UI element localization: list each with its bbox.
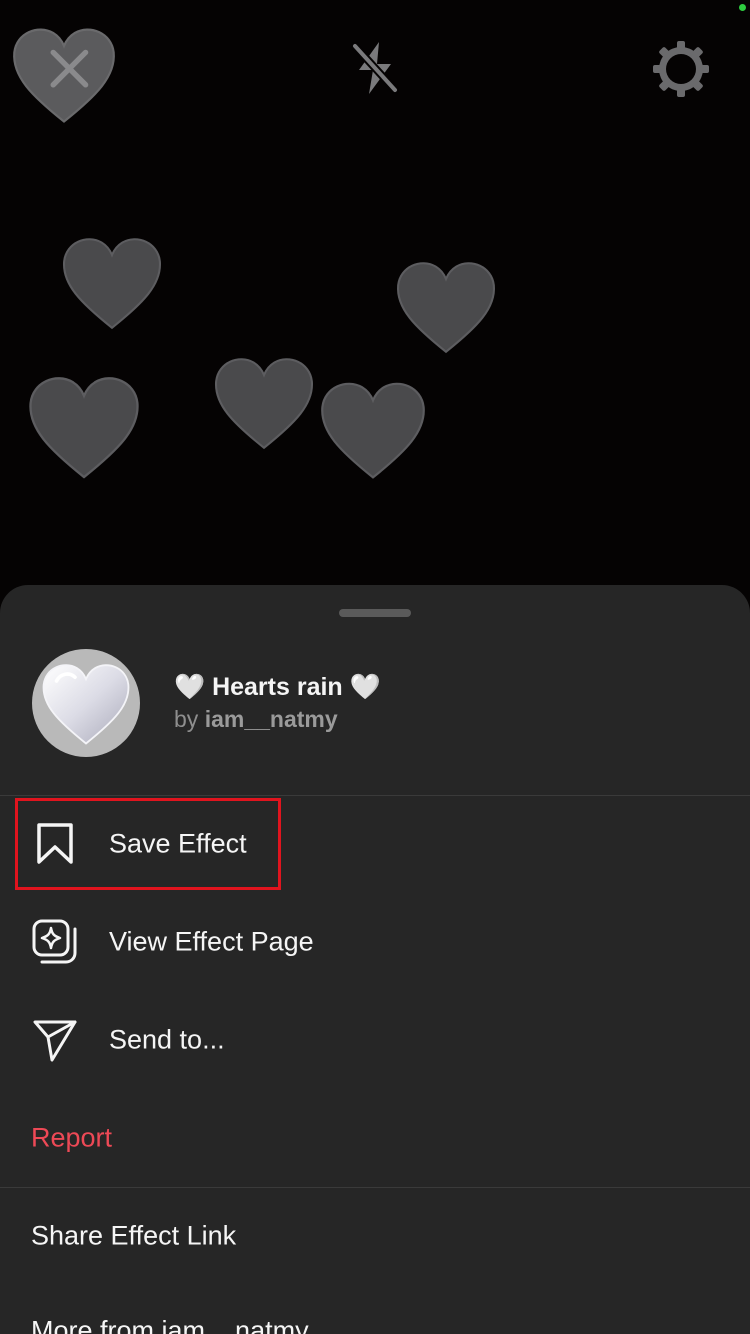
sheet-drag-handle[interactable]	[339, 609, 411, 617]
effect-author-name[interactable]: iam__natmy	[205, 706, 338, 732]
paper-plane-icon	[33, 1020, 77, 1062]
highlight-box	[15, 798, 281, 890]
report-label: Report	[31, 1122, 113, 1153]
view-effect-page-item[interactable]: View Effect Page	[0, 894, 750, 990]
share-effect-link-label: Share Effect Link	[31, 1220, 237, 1251]
close-x-icon	[13, 28, 115, 123]
heart-icon	[63, 238, 161, 330]
more-from-author-label: More from iam__natmy	[31, 1315, 309, 1334]
effect-title[interactable]: 🤍 Hearts rain 🤍	[174, 673, 381, 702]
flash-off-icon	[351, 42, 399, 94]
heart-icon	[215, 358, 313, 450]
view-effect-page-label: View Effect Page	[109, 926, 314, 957]
more-from-author-item[interactable]: More from iam__natmy	[0, 1283, 750, 1334]
effect-author-line[interactable]: by iam__natmy	[174, 706, 338, 733]
heart-icon	[397, 262, 495, 354]
effect-options-sheet: 🤍 Hearts rain 🤍 by iam__natmy Save Effec…	[0, 585, 750, 1334]
gear-icon	[653, 41, 709, 97]
effect-thumbnail	[32, 649, 140, 757]
heart-icon	[42, 664, 130, 745]
send-to-label: Send to...	[109, 1024, 225, 1055]
effect-author-prefix: by	[174, 706, 199, 732]
close-button[interactable]	[8, 22, 120, 126]
send-to-item[interactable]: Send to...	[0, 992, 750, 1088]
settings-button[interactable]	[650, 38, 712, 100]
status-indicator-dot	[739, 4, 746, 11]
flash-toggle-button[interactable]	[345, 38, 405, 98]
heart-icon	[29, 377, 139, 479]
effect-page-icon	[32, 919, 77, 964]
heart-icon	[321, 382, 425, 479]
camera-preview	[0, 0, 750, 620]
report-item[interactable]: Report	[0, 1090, 750, 1186]
share-effect-link-item[interactable]: Share Effect Link	[0, 1188, 750, 1284]
